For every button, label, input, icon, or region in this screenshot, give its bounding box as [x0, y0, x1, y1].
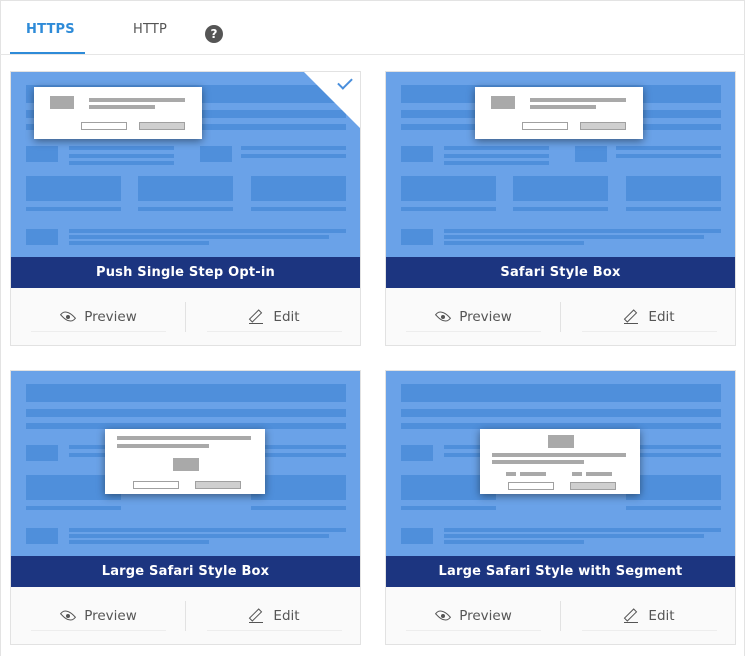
edit-button[interactable]: Edit: [582, 302, 717, 332]
template-card-large-safari-segment[interactable]: Large Safari Style with Segment Preview …: [385, 370, 736, 645]
edit-button[interactable]: Edit: [207, 302, 342, 332]
preview-label: Preview: [84, 607, 137, 624]
tab-http[interactable]: HTTP: [133, 22, 167, 37]
action-divider: [185, 302, 186, 332]
template-thumbnail[interactable]: [11, 72, 360, 257]
edit-label: Edit: [648, 607, 675, 624]
template-card-large-safari-style-box[interactable]: Large Safari Style Box Preview Edit: [10, 370, 361, 645]
edit-label: Edit: [273, 308, 300, 325]
help-icon[interactable]: ?: [205, 25, 223, 43]
template-title: Push Single Step Opt-in: [11, 257, 360, 288]
edit-label: Edit: [648, 308, 675, 325]
action-divider: [560, 302, 561, 332]
preview-label: Preview: [459, 607, 512, 624]
eye-icon: [435, 606, 452, 624]
pencil-icon: [249, 308, 265, 324]
template-title: Safari Style Box: [386, 257, 735, 288]
edit-button[interactable]: Edit: [582, 601, 717, 631]
tab-bar: HTTPS HTTP ?: [0, 0, 745, 55]
card-actions: Preview Edit: [386, 288, 735, 345]
preview-label: Preview: [459, 308, 512, 325]
template-title: Large Safari Style Box: [11, 556, 360, 587]
preview-button[interactable]: Preview: [406, 601, 541, 631]
active-tab-indicator: [10, 52, 85, 54]
eye-icon: [435, 307, 452, 325]
edit-label: Edit: [273, 607, 300, 624]
preview-button[interactable]: Preview: [31, 601, 166, 631]
template-thumbnail[interactable]: [386, 72, 735, 257]
preview-button[interactable]: Preview: [406, 302, 541, 332]
pencil-icon: [624, 607, 640, 623]
preview-button[interactable]: Preview: [31, 302, 166, 332]
pencil-icon: [249, 607, 265, 623]
template-thumbnail[interactable]: [386, 371, 735, 556]
template-card-push-single-step[interactable]: Push Single Step Opt-in Preview Edit: [10, 71, 361, 346]
template-thumbnail[interactable]: [11, 371, 360, 556]
card-actions: Preview Edit: [11, 587, 360, 644]
edit-button[interactable]: Edit: [207, 601, 342, 631]
card-actions: Preview Edit: [11, 288, 360, 345]
tab-https[interactable]: HTTPS: [26, 22, 75, 37]
action-divider: [185, 601, 186, 631]
eye-icon: [60, 606, 77, 624]
preview-label: Preview: [84, 308, 137, 325]
card-actions: Preview Edit: [386, 587, 735, 644]
template-title: Large Safari Style with Segment: [386, 556, 735, 587]
template-card-safari-style-box[interactable]: Safari Style Box Preview Edit: [385, 71, 736, 346]
eye-icon: [60, 307, 77, 325]
pencil-icon: [624, 308, 640, 324]
action-divider: [560, 601, 561, 631]
